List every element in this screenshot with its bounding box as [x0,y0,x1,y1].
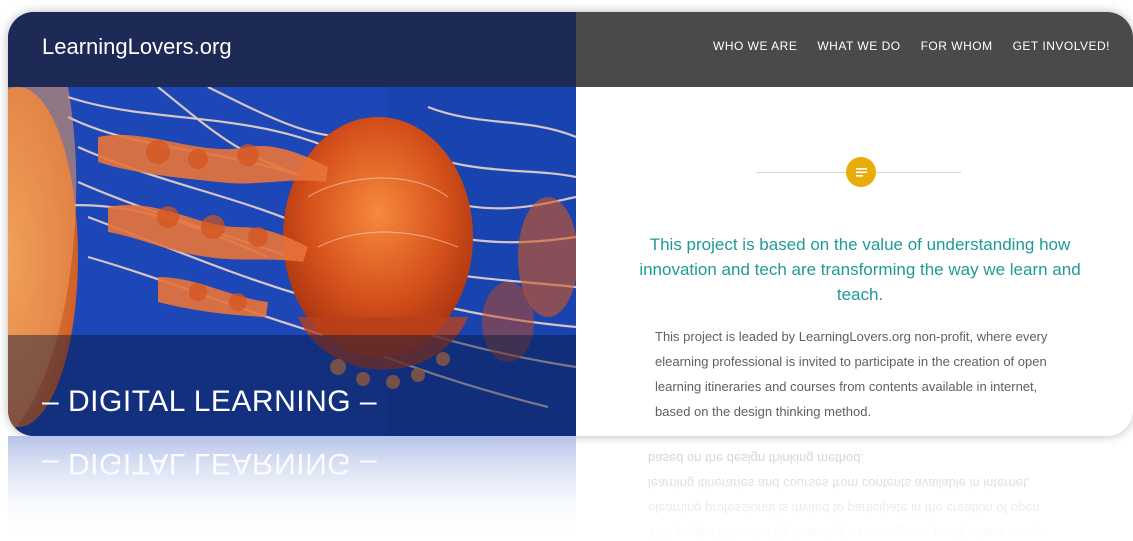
document-icon [846,157,876,187]
nav-what-we-do[interactable]: WHAT WE DO [817,39,900,53]
website-frame: – DIGITAL LEARNING – LearningLovers.org … [8,12,1133,436]
nav-get-involved[interactable]: GET INVOLVED! [1013,39,1110,53]
reflection-fade [8,436,1133,541]
section-headline: This project is based on the value of un… [639,235,1081,304]
header-brand-area: LearningLovers.org [8,12,576,87]
section-body: This project is leaded by LearningLovers… [655,329,1048,419]
nav-menu: WHO WE ARE WHAT WE DO FOR WHOM GET INVOL… [713,39,1110,53]
page-reflection: – DIGITAL LEARNING – This project is lea… [8,436,1133,541]
nav-for-whom[interactable]: FOR WHOM [921,39,993,53]
site-logo[interactable]: LearningLovers.org [42,34,232,60]
nav-who-we-are[interactable]: WHO WE ARE [713,39,797,53]
hero-title: – DIGITAL LEARNING – [42,385,378,418]
hero-banner: – DIGITAL LEARNING – [8,335,576,436]
main-navigation: WHO WE ARE WHAT WE DO FOR WHOM GET INVOL… [576,12,1133,87]
content-section: This project is based on the value of un… [576,87,1133,436]
